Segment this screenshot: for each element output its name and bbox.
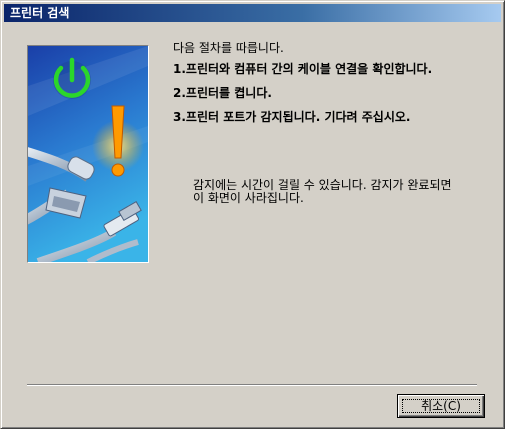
illustration-panel: [27, 45, 149, 263]
printer-search-dialog: 프린터 검색 다음 절차를 따릅니다. 1.프린터와 컴퓨터 간의 케이블 연결…: [0, 0, 505, 429]
separator-line: [27, 384, 477, 386]
title-bar[interactable]: 프린터 검색: [4, 4, 501, 22]
note-line-2: 이 화면이 사라집니다.: [193, 191, 304, 205]
detection-note: 감지에는 시간이 걸릴 수 있습니다. 감지가 완료되면 이 화면이 사라집니다…: [193, 179, 489, 205]
step-2: 2.프린터를 켭니다.: [173, 86, 272, 100]
step-3: 3.프린터 포트가 감지됩니다. 기다려 주십시오.: [173, 110, 411, 124]
intro-text: 다음 절차를 따릅니다.: [173, 41, 284, 55]
instructions-area: 다음 절차를 따릅니다. 1.프린터와 컴퓨터 간의 케이블 연결을 확인합니다…: [173, 41, 493, 125]
cancel-button[interactable]: 취소(C): [397, 394, 485, 418]
illustration-graphic: [28, 46, 148, 262]
cancel-button-label: 취소(C): [421, 399, 461, 413]
step-1: 1.프린터와 컴퓨터 간의 케이블 연결을 확인합니다.: [173, 62, 433, 76]
window-title: 프린터 검색: [10, 6, 70, 20]
